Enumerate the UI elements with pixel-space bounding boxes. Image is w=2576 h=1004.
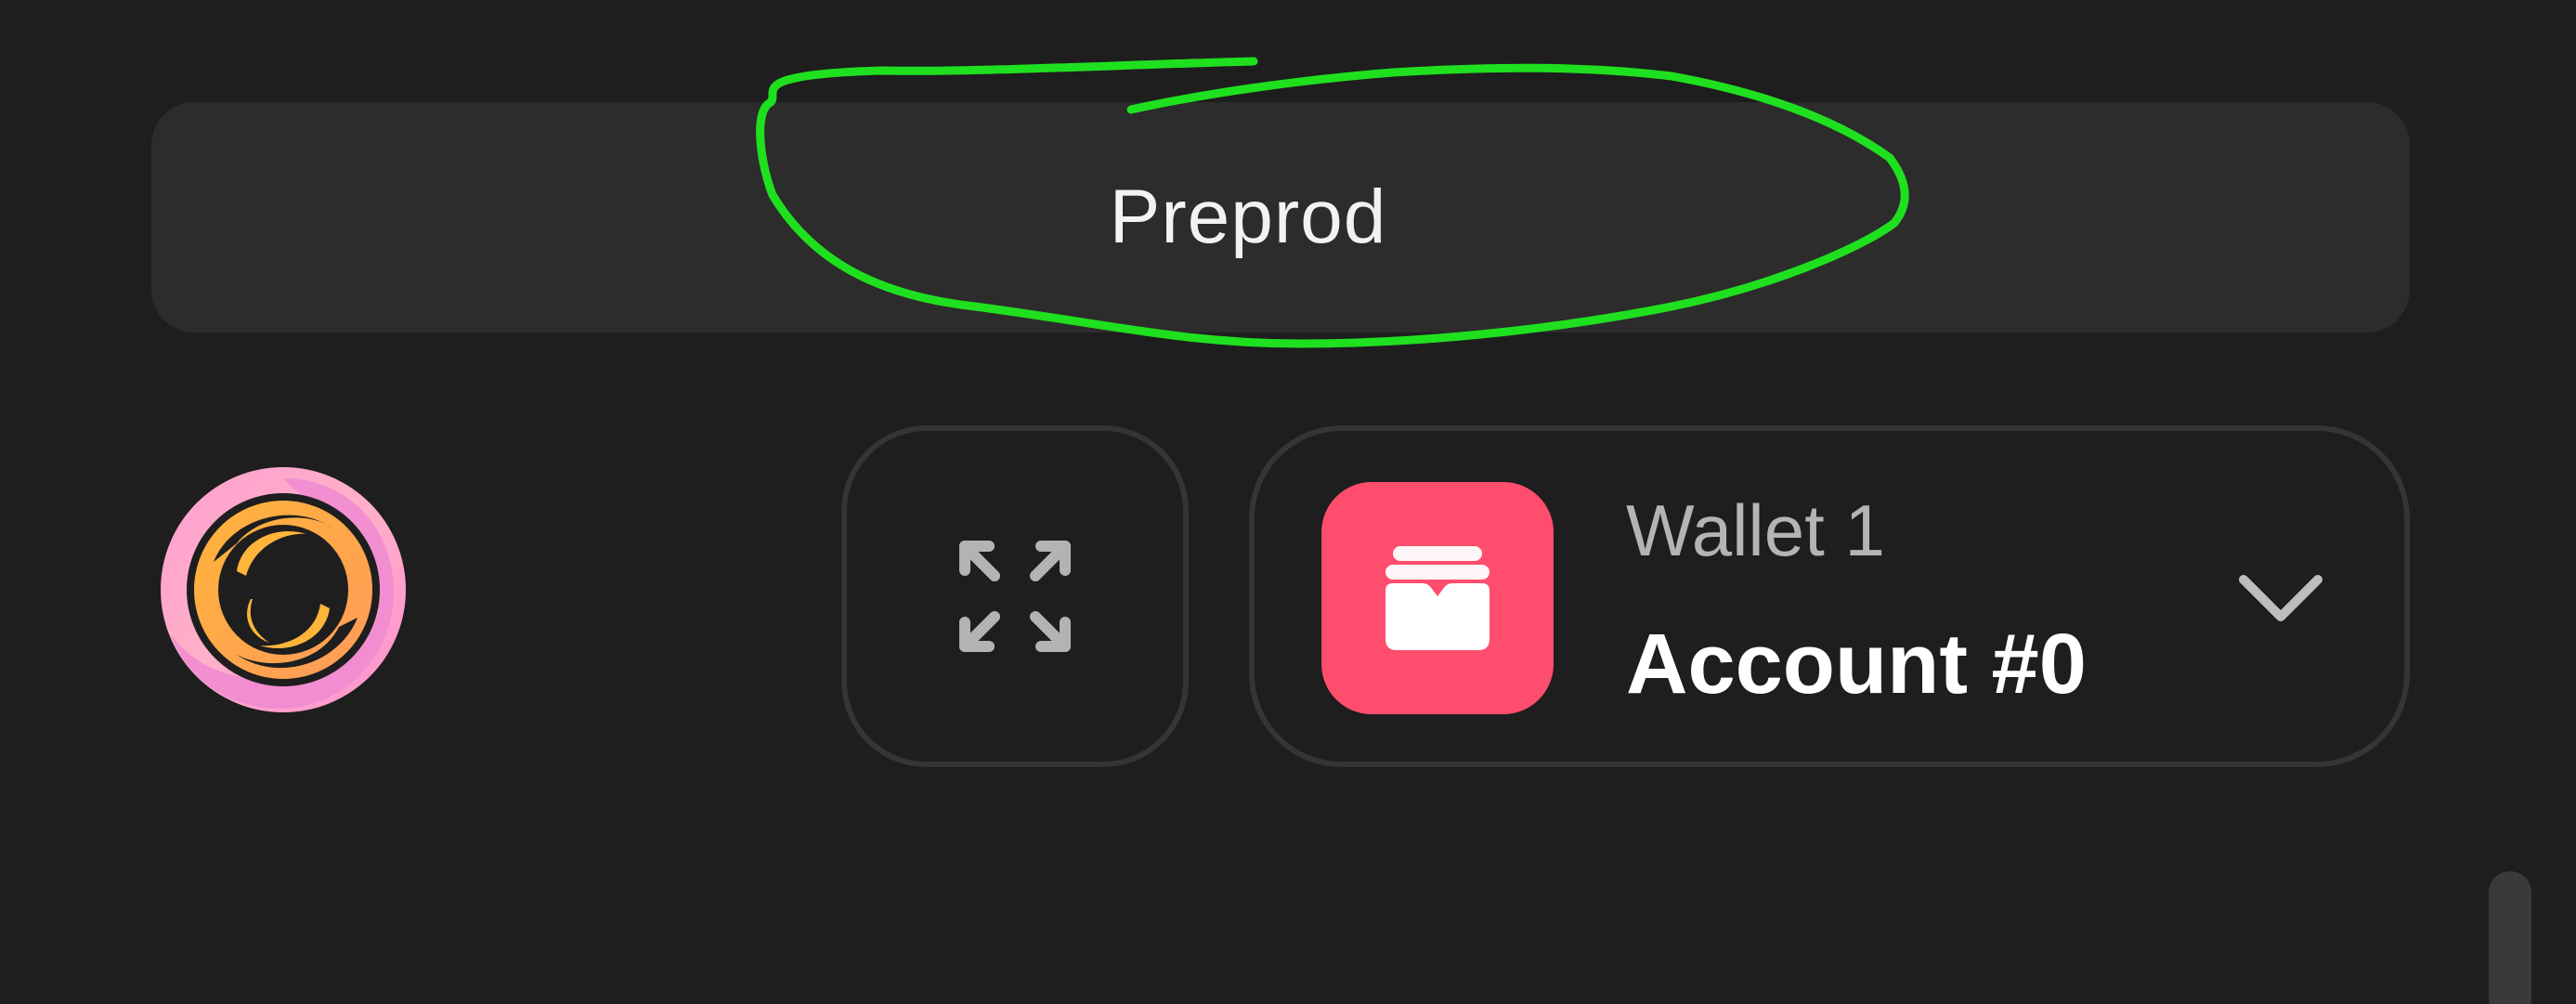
wallet-name: Wallet 1 [1626, 489, 1885, 571]
app-root: Preprod Wallet 1 Account #0 [0, 0, 2576, 1004]
swirl-logo-icon [161, 467, 406, 712]
chevron-down-icon[interactable] [2234, 570, 2327, 626]
network-label: Preprod [1109, 175, 1387, 259]
network-banner[interactable]: Preprod [151, 102, 2410, 332]
account-name: Account #0 [1626, 617, 2087, 711]
wallet-avatar [1321, 482, 1554, 714]
expand-icon [959, 541, 1071, 652]
expand-button[interactable] [841, 425, 1189, 767]
scrollbar[interactable] [2489, 871, 2531, 1004]
wallet-icon [1386, 546, 1490, 650]
wallet-selector[interactable]: Wallet 1 Account #0 [1249, 425, 2410, 767]
